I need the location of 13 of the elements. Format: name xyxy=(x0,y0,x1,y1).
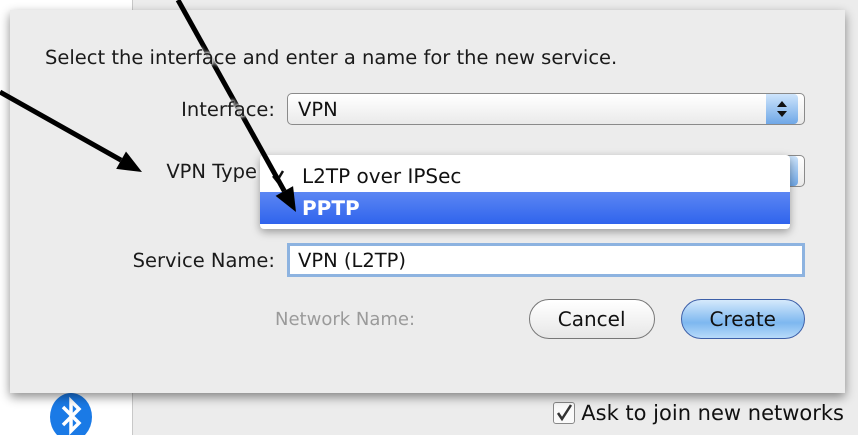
menu-item[interactable]: L2TP over IPSec xyxy=(260,160,790,192)
create-button[interactable]: Create xyxy=(680,299,805,339)
bluetooth-icon[interactable] xyxy=(49,393,93,435)
checkbox[interactable] xyxy=(553,402,576,424)
service-name-field[interactable]: VPN (L2TP) xyxy=(287,243,805,277)
field-label: VPN Type xyxy=(166,160,257,182)
cancel-button[interactable]: Cancel xyxy=(528,299,655,339)
up-down-arrows-icon xyxy=(776,99,788,119)
network-name-label: Network Name: xyxy=(275,308,416,330)
checkbox-label: Ask to join new networks xyxy=(581,401,844,425)
menu-item[interactable]: PPTP xyxy=(260,192,790,224)
field-label: Service Name: xyxy=(132,248,275,272)
interface-popup[interactable]: VPN xyxy=(287,93,805,125)
